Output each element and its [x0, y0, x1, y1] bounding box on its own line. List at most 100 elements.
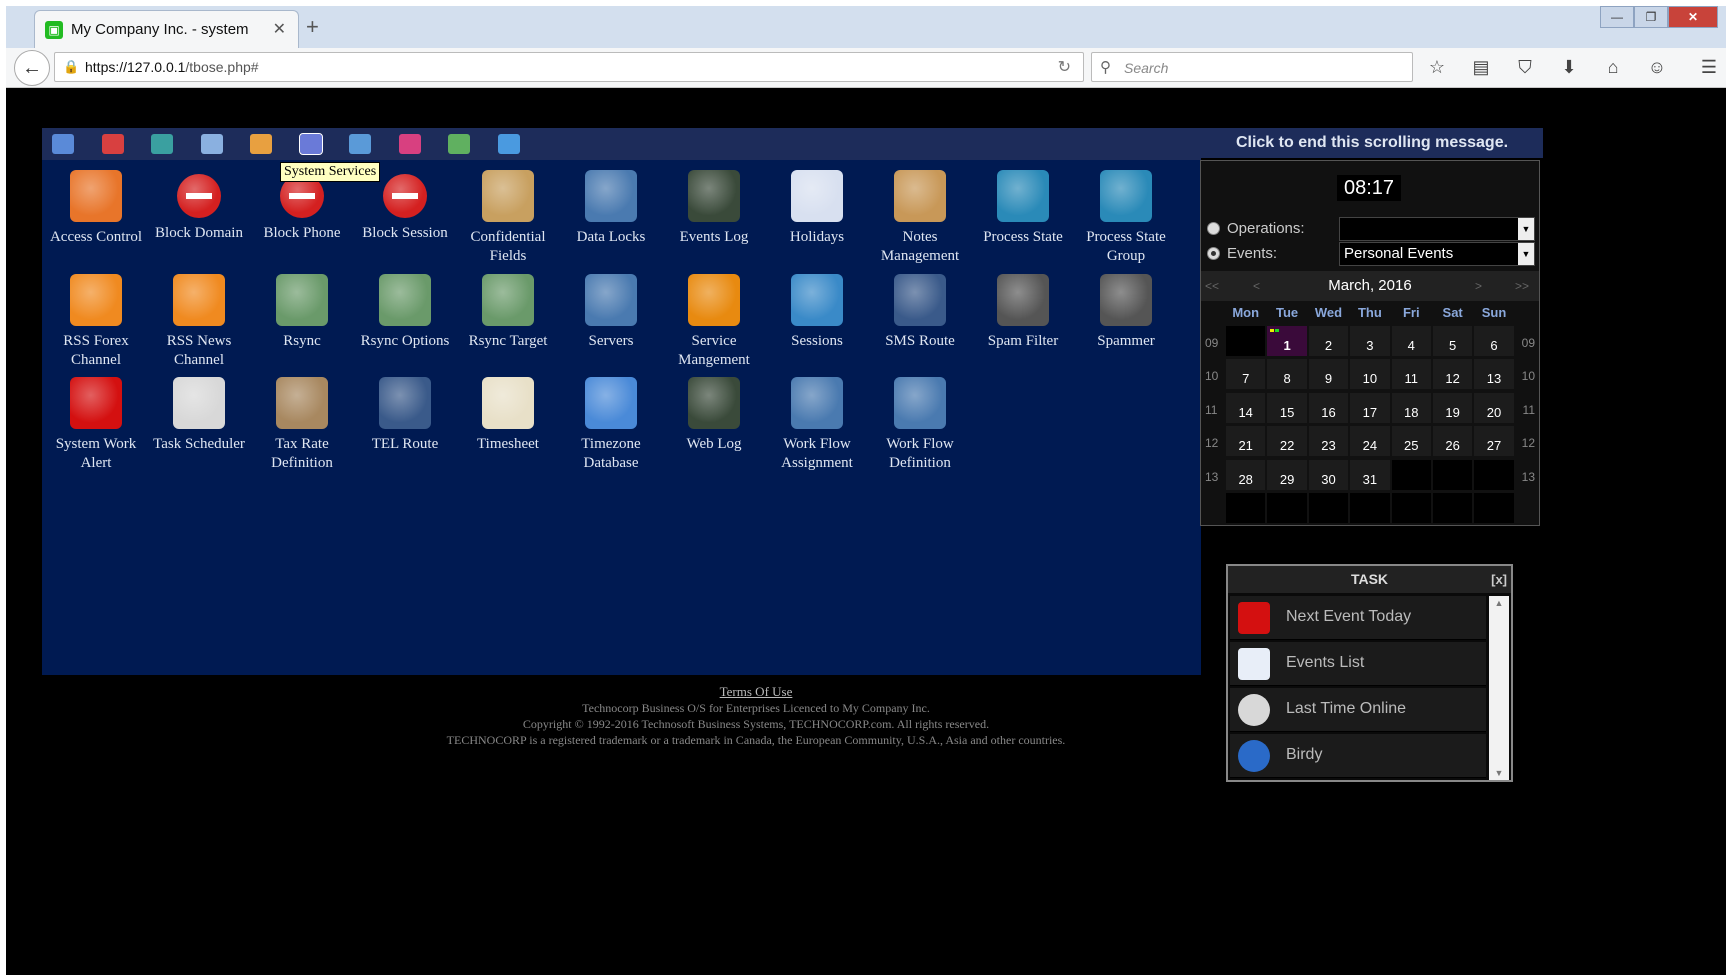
toolbar-button-10[interactable]	[497, 134, 520, 154]
scroll-down-icon[interactable]: ▼	[1489, 768, 1509, 778]
calendar-day[interactable]: 19	[1431, 391, 1474, 424]
task-item[interactable]: Next Event Today	[1230, 596, 1486, 640]
next-year-button[interactable]: >>	[1515, 279, 1529, 293]
app-data-locks[interactable]: Data Locks	[556, 170, 666, 247]
calendar-day[interactable]: 12	[1431, 358, 1474, 391]
calendar-day[interactable]: 8	[1266, 358, 1308, 391]
app-tax-rate-definition[interactable]: Tax Rate Definition	[247, 377, 357, 473]
calendar-day[interactable]: 22	[1266, 425, 1308, 458]
toolbar-button-8[interactable]	[398, 134, 421, 154]
app-access-control[interactable]: Access Control	[41, 170, 151, 247]
calendar-day[interactable]: 2	[1307, 325, 1350, 357]
chat-icon[interactable]: ☺	[1646, 56, 1668, 78]
calendar-day[interactable]: 1	[1266, 325, 1308, 357]
calendar-day[interactable]: 3	[1349, 325, 1391, 357]
app-rsync-target[interactable]: Rsync Target	[453, 273, 563, 351]
toolbar-button-system-services[interactable]	[298, 133, 323, 155]
app-servers[interactable]: Servers	[556, 273, 666, 351]
task-item[interactable]: Birdy	[1230, 734, 1486, 778]
calendar-day[interactable]: 21	[1225, 425, 1267, 458]
calendar-day[interactable]: 17	[1349, 391, 1391, 424]
tab-close-button[interactable]: ✕	[273, 19, 286, 39]
events-select[interactable]: Personal Events ▼	[1339, 242, 1535, 266]
app-block-domain[interactable]: Block Domain	[144, 170, 254, 243]
app-holidays[interactable]: Holidays	[762, 170, 872, 247]
next-month-button[interactable]: >	[1475, 279, 1482, 293]
operations-radio[interactable]	[1207, 222, 1220, 235]
back-button[interactable]: ←	[14, 50, 50, 86]
toolbar-button-5[interactable]	[250, 134, 272, 154]
events-radio[interactable]	[1207, 247, 1220, 260]
app-events-log[interactable]: Events Log	[659, 170, 769, 247]
task-scrollbar[interactable]: ▲ ▼	[1489, 596, 1509, 780]
calendar-day[interactable]: 26	[1431, 425, 1474, 458]
app-spam-filter[interactable]: Spam Filter	[968, 273, 1078, 351]
app-notes-management[interactable]: Notes Management	[865, 170, 975, 266]
app-sms-route[interactable]: SMS Route	[865, 273, 975, 351]
toolbar-button-1[interactable]	[52, 134, 74, 154]
toolbar-button-4[interactable]	[200, 134, 223, 154]
app-work-flow-definition[interactable]: Work Flow Definition	[865, 377, 975, 473]
reload-icon[interactable]: ↻	[1058, 57, 1071, 77]
home-icon[interactable]: ⌂	[1602, 56, 1624, 78]
close-window-button[interactable]: ✕	[1668, 6, 1718, 28]
maximize-button[interactable]: ❐	[1634, 6, 1668, 28]
download-icon[interactable]: ⬇	[1558, 56, 1580, 78]
calendar-day[interactable]: 28	[1225, 458, 1267, 491]
toolbar-button-9[interactable]	[448, 134, 470, 154]
calendar-day[interactable]: 31	[1349, 458, 1391, 491]
calendar-day[interactable]: 23	[1307, 425, 1350, 458]
task-close-button[interactable]: [x]	[1491, 566, 1507, 593]
app-sessions[interactable]: Sessions	[762, 273, 872, 351]
toolbar-button-2[interactable]	[101, 134, 124, 154]
app-task-scheduler[interactable]: Task Scheduler	[144, 377, 254, 454]
toolbar-button-7[interactable]	[349, 134, 371, 154]
app-work-flow-assignment[interactable]: Work Flow Assignment	[762, 377, 872, 473]
calendar-day[interactable]: 16	[1307, 391, 1350, 424]
app-process-state-group[interactable]: Process State Group	[1071, 170, 1181, 266]
task-item[interactable]: Events List	[1230, 642, 1486, 686]
app-confidential-fields[interactable]: Confidential Fields	[453, 170, 563, 266]
calendar-day[interactable]: 30	[1307, 458, 1350, 491]
app-system-work-alert[interactable]: System Work Alert	[41, 377, 151, 473]
app-timezone-database[interactable]: Timezone Database	[556, 377, 666, 473]
calendar-day[interactable]: 11	[1390, 358, 1432, 391]
app-spammer[interactable]: Spammer	[1071, 273, 1181, 351]
app-rsync[interactable]: Rsync	[247, 273, 357, 351]
calendar-day[interactable]: 6	[1473, 325, 1515, 357]
url-bar[interactable]: 🔒 https://127.0.0.1/tbose.php# ↻	[54, 52, 1084, 82]
reading-list-icon[interactable]: ▤	[1470, 56, 1492, 78]
search-bar[interactable]: ⚲ Search	[1091, 52, 1413, 82]
scrolling-message[interactable]: Click to end this scrolling message.	[1201, 128, 1543, 158]
pocket-icon[interactable]: ⛉	[1514, 56, 1536, 78]
app-rsync-options[interactable]: Rsync Options	[350, 273, 460, 351]
app-web-log[interactable]: Web Log	[659, 377, 769, 454]
calendar-day[interactable]: 15	[1266, 391, 1308, 424]
menu-icon[interactable]: ☰	[1698, 56, 1720, 78]
calendar-day[interactable]: 25	[1390, 425, 1432, 458]
app-rss-news-channel[interactable]: RSS News Channel	[144, 273, 254, 370]
bookmark-star-icon[interactable]: ☆	[1426, 56, 1448, 78]
calendar-day[interactable]: 13	[1473, 358, 1515, 391]
calendar-day[interactable]: 9	[1307, 358, 1350, 391]
calendar-day[interactable]: 20	[1473, 391, 1515, 424]
app-rss-forex-channel[interactable]: RSS Forex Channel	[41, 273, 151, 370]
calendar-day[interactable]: 24	[1349, 425, 1391, 458]
app-process-state[interactable]: Process State	[968, 170, 1078, 247]
app-tel-route[interactable]: TEL Route	[350, 377, 460, 454]
minimize-button[interactable]: —	[1600, 6, 1634, 28]
task-item[interactable]: Last Time Online	[1230, 688, 1486, 732]
calendar-day[interactable]: 4	[1390, 325, 1432, 357]
calendar-day[interactable]: 29	[1266, 458, 1308, 491]
new-tab-button[interactable]: +	[306, 14, 319, 40]
calendar-day[interactable]: 7	[1225, 358, 1267, 391]
calendar-day[interactable]: 5	[1431, 325, 1474, 357]
calendar-day[interactable]: 10	[1349, 358, 1391, 391]
scroll-up-icon[interactable]: ▲	[1489, 598, 1509, 608]
toolbar-button-3[interactable]	[151, 134, 173, 154]
app-service-mangement[interactable]: Service Mangement	[659, 273, 769, 370]
operations-select[interactable]: ▼	[1339, 217, 1535, 241]
calendar-day[interactable]: 27	[1473, 425, 1515, 458]
app-timesheet[interactable]: Timesheet	[453, 377, 563, 454]
calendar-day[interactable]: 14	[1225, 391, 1267, 424]
